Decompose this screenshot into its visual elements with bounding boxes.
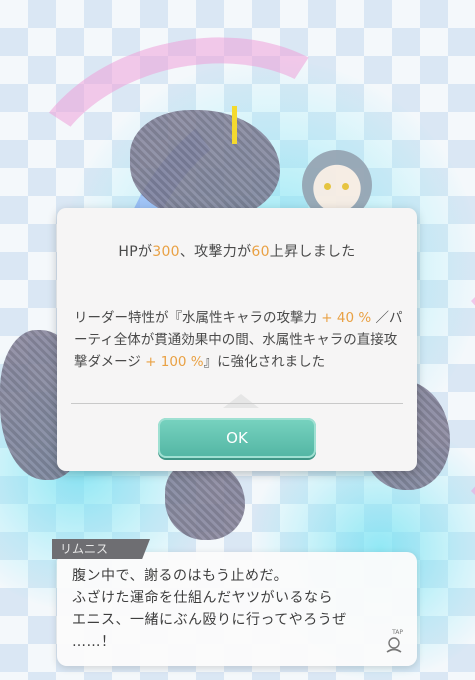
result-dialog: HPが300、攻撃力が60上昇しました リーダー特性が『水属性キャラの攻撃力 +… <box>57 208 417 471</box>
hp-value: 300 <box>152 244 180 260</box>
stat-up-message: HPが300、攻撃力が60上昇しました <box>57 241 417 261</box>
atk-value: 60 <box>251 244 270 260</box>
bonus-value: + 40 % <box>321 310 372 326</box>
msg-text: 』に強化されました <box>203 354 326 370</box>
speech-line: エニス、一緒にぶん殴りに行ってやろうぜ <box>72 612 347 628</box>
speech-box[interactable]: 腹ン中で、謝るのはもう止めだ。 ふざけた運命を仕組んだヤツがいるなら エニス、一… <box>57 552 417 666</box>
tap-indicator-icon[interactable] <box>383 634 405 656</box>
speech-line: 腹ン中で、謝るのはもう止めだ。 <box>72 568 289 584</box>
divider <box>71 403 403 404</box>
speech-text: 腹ン中で、謝るのはもう止めだ。 ふざけた運命を仕組んだヤツがいるなら エニス、一… <box>72 565 387 653</box>
msg-text: リーダー特性が『水属性キャラの攻撃力 <box>74 310 322 326</box>
leader-skill-message: リーダー特性が『水属性キャラの攻撃力 + 40 % ／パーティ全体が貫通効果中の… <box>74 307 403 373</box>
divider-notch <box>223 394 259 408</box>
bonus-value: + 100 % <box>145 354 204 370</box>
msg-text: HPが <box>118 244 153 260</box>
msg-text: 上昇しました <box>269 244 356 260</box>
ok-button[interactable]: OK <box>158 418 316 458</box>
msg-text: 、攻撃力が <box>179 244 252 260</box>
speaker-name-tag: リムニス <box>52 539 150 559</box>
speech-line: ふざけた運命を仕組んだヤツがいるなら <box>72 590 333 606</box>
speech-line: ……！ <box>72 634 116 650</box>
